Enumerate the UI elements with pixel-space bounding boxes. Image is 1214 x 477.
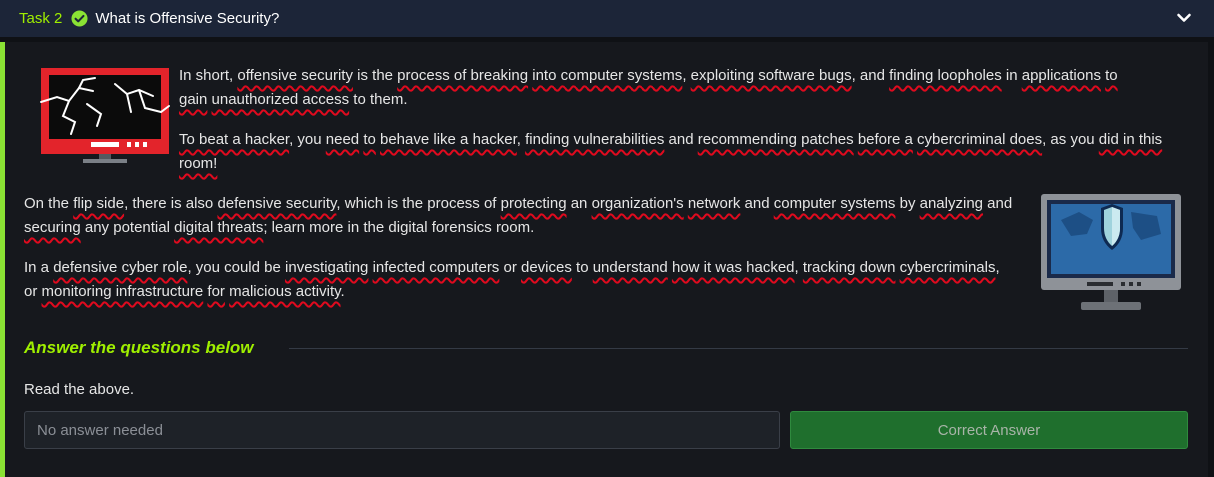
task-title: What is Offensive Security?: [95, 10, 280, 27]
underlined-term: analyzing: [919, 195, 984, 212]
underlined-term: network: [687, 195, 741, 212]
underlined-term: investigating: [285, 259, 369, 276]
underlined-term: behave like a hacker: [380, 131, 517, 148]
underlined-term: infected computers: [372, 259, 500, 276]
paragraph-offensive-definition: In short, offensive security is the proc…: [179, 67, 1118, 108]
underlined-term: flip side: [73, 195, 125, 212]
underlined-term: to: [363, 131, 376, 148]
underlined-term: understand: [592, 259, 668, 276]
hacked-monitor-icon: [40, 68, 170, 163]
underlined-term: need: [325, 131, 360, 148]
underlined-term: devices: [521, 259, 572, 276]
paragraph-defensive-role: In a defensive cyber role, you could be …: [24, 259, 1000, 300]
underlined-term: finding loopholes: [889, 67, 1002, 84]
underlined-term: how it was hacked: [671, 259, 795, 276]
underlined-term: into computer systems: [532, 67, 683, 84]
heading-divider: [289, 348, 1188, 349]
underlined-term: recommending patches: [697, 131, 854, 148]
underlined-term: defensive security: [217, 195, 337, 212]
paragraph-beat-a-hacker: To beat a hacker, you need to behave lik…: [179, 131, 1163, 172]
underlined-term: monitoring infrastructure: [41, 283, 204, 300]
underlined-term: organization's: [591, 195, 684, 212]
underlined-term: finding vulnerabilities: [525, 131, 665, 148]
underlined-term: digital threats: [174, 219, 264, 236]
task-number: Task 2: [19, 10, 63, 27]
underlined-term: applications: [1021, 67, 1101, 84]
underlined-term: cybercriminal does: [917, 131, 1043, 148]
underlined-term: process of breaking: [397, 67, 529, 84]
underlined-term: computer systems: [773, 195, 896, 212]
underlined-term: malicious activity: [229, 283, 341, 300]
paragraph-defensive-security: On the flip side, there is also defensiv…: [24, 195, 1013, 236]
underlined-term: protecting: [500, 195, 567, 212]
answer-input[interactable]: [24, 411, 780, 449]
underlined-term: securing: [24, 219, 81, 236]
underlined-term: offensive security: [237, 67, 353, 84]
question-text: Read the above.: [24, 381, 135, 398]
task-body: In short, offensive security is the proc…: [0, 42, 1208, 477]
underlined-term: exploiting software bugs: [690, 67, 852, 84]
chevron-down-icon[interactable]: [1176, 10, 1192, 26]
underlined-term: unauthorized access: [211, 91, 350, 108]
questions-heading: Answer the questions below: [24, 338, 254, 357]
underlined-term: cybercriminals: [899, 259, 996, 276]
underlined-term: before a: [857, 131, 913, 148]
shield-monitor-icon: [1041, 194, 1181, 310]
check-circle-icon: [71, 10, 88, 27]
underlined-term: tracking down: [802, 259, 896, 276]
task-header[interactable]: Task 2 What is Offensive Security?: [0, 0, 1214, 37]
underlined-term: for: [207, 283, 225, 300]
correct-answer-button[interactable]: Correct Answer: [790, 411, 1188, 449]
underlined-term: To beat a hacker: [179, 131, 290, 148]
underlined-term: defensive cyber role: [53, 259, 188, 276]
